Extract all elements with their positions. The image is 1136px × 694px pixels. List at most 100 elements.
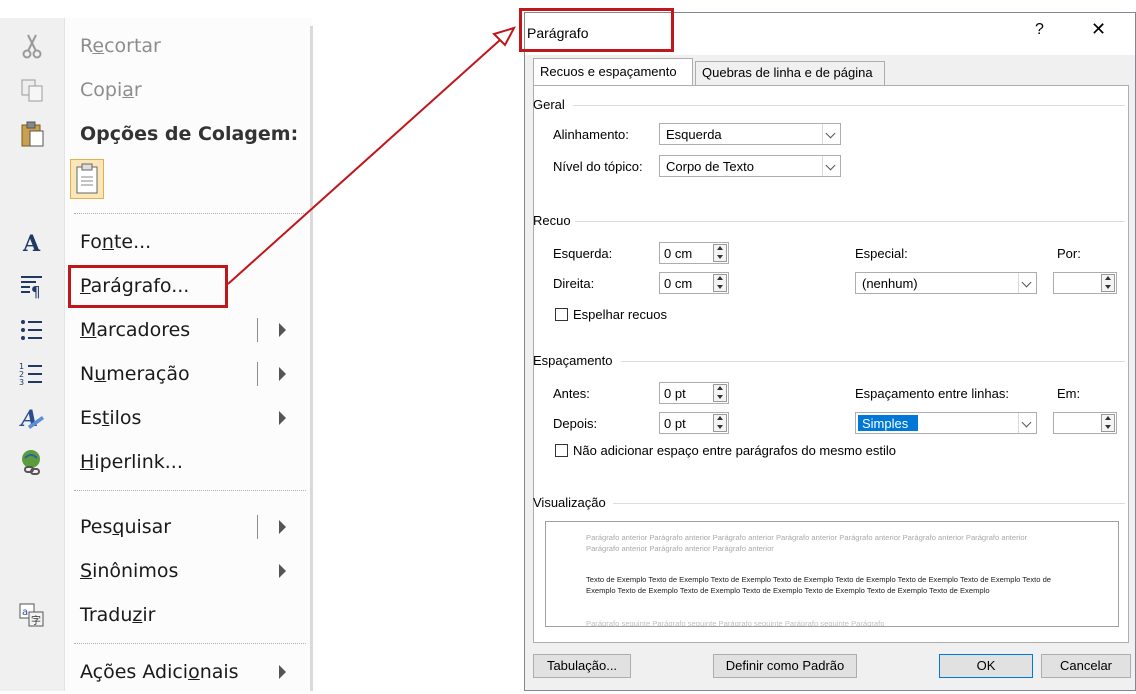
alignment-select[interactable]: Esquerda xyxy=(659,123,841,145)
menu-item-fonte[interactable]: A Fonte... xyxy=(0,220,310,264)
access-key: z xyxy=(132,604,143,626)
menu-item-hiperlink[interactable]: Hiperlink... xyxy=(0,440,310,484)
svg-text:a: a xyxy=(22,607,28,618)
submenu-arrow-icon[interactable] xyxy=(279,520,286,534)
spacing-before-value: 0 pt xyxy=(664,386,686,401)
submenu-arrow-icon xyxy=(279,411,286,425)
menu-label: Traduzir xyxy=(80,604,156,626)
at-label: Em: xyxy=(1057,386,1081,401)
spacing-after-value: 0 pt xyxy=(664,416,686,431)
access-key: t xyxy=(101,407,110,429)
special-label: Especial: xyxy=(855,246,908,261)
cancel-button[interactable]: Cancelar xyxy=(1041,654,1131,678)
menu-item-numeracao[interactable]: 123 Numeração xyxy=(0,352,310,396)
close-button[interactable]: ✕ xyxy=(1091,19,1106,40)
svg-text:A: A xyxy=(22,231,41,256)
spin-arrows-icon[interactable] xyxy=(1101,274,1115,292)
menu-label: Numeração xyxy=(80,363,190,385)
spin-arrows-icon[interactable] xyxy=(1101,414,1115,432)
line-spacing-select[interactable]: Simples xyxy=(855,412,1037,434)
by-label: Por: xyxy=(1057,246,1081,261)
access-key: q xyxy=(112,516,125,538)
ok-button[interactable]: OK xyxy=(939,654,1033,678)
set-default-button[interactable]: Definir como Padrão xyxy=(713,654,857,678)
submenu-arrow-icon[interactable] xyxy=(279,367,286,381)
spacing-before-label: Antes: xyxy=(553,386,590,401)
tab-quebras-de-linha[interactable]: Quebras de linha e de página xyxy=(695,61,885,85)
paste-icon xyxy=(21,121,44,147)
menu-shadow xyxy=(310,26,313,691)
menu-item-copiar: Copiar xyxy=(0,68,310,112)
by-spinner[interactable] xyxy=(1053,272,1117,294)
outline-level-select[interactable]: Corpo de Texto xyxy=(659,155,841,177)
menu-separator xyxy=(74,213,306,214)
indent-right-label: Direita: xyxy=(553,276,595,291)
mirror-indents-label: Espelhar recuos xyxy=(573,307,667,322)
menu-item-acoes-adicionais[interactable]: Ações Adicionais xyxy=(0,650,310,694)
spin-arrows-icon[interactable] xyxy=(713,244,727,262)
copy-icon xyxy=(21,79,43,102)
access-key: M xyxy=(80,319,97,341)
menu-item-estilos[interactable]: A Estilos xyxy=(0,396,310,440)
spin-arrows-icon[interactable] xyxy=(713,384,727,402)
svg-text:字: 字 xyxy=(31,614,41,627)
at-spinner[interactable] xyxy=(1053,412,1117,434)
indent-left-spinner[interactable]: 0 cm xyxy=(659,242,729,264)
special-value: (nenhum) xyxy=(862,276,918,291)
dont-add-space-checkbox[interactable] xyxy=(555,444,568,457)
spacing-after-spinner[interactable]: 0 pt xyxy=(659,412,729,434)
menu-item-pesquisar[interactable]: Pesquisar xyxy=(0,505,310,549)
group-recuo-label: Recuo xyxy=(533,213,571,228)
access-key: S xyxy=(80,560,93,582)
spacing-after-label: Depois: xyxy=(553,416,598,431)
menu-label: Ações Adicionais xyxy=(80,661,239,683)
group-divider xyxy=(575,221,1125,222)
chevron-down-icon xyxy=(1018,413,1036,433)
svg-text:3: 3 xyxy=(19,378,24,387)
spin-arrows-icon[interactable] xyxy=(713,414,727,432)
tabs-button[interactable]: Tabulação... xyxy=(533,654,631,678)
menu-item-sinonimos[interactable]: Sinônimos xyxy=(0,549,310,593)
line-spacing-value: Simples xyxy=(862,416,909,431)
access-key: n xyxy=(101,231,114,253)
scissors-icon xyxy=(22,34,42,59)
menu-item-traduzir[interactable]: a字 Traduzir xyxy=(0,593,310,637)
mirror-indents-checkbox[interactable] xyxy=(555,308,568,321)
indent-left-label: Esquerda: xyxy=(553,246,613,261)
menu-label: Marcadores xyxy=(80,319,191,341)
tab-recuos-espacamento[interactable]: Recuos e espaçamento xyxy=(533,58,693,86)
menu-item-recortar: Recortar xyxy=(0,24,310,68)
spin-arrows-icon[interactable] xyxy=(713,274,727,292)
help-button[interactable]: ? xyxy=(1035,21,1044,39)
menu-label: Pesquisar xyxy=(80,516,172,538)
translate-icon: a字 xyxy=(19,603,44,627)
submenu-arrow-icon xyxy=(279,564,286,578)
bullets-icon xyxy=(21,320,42,340)
preview-next-paragraph: Parágrafo seguinte Parágrafo seguinte Pa… xyxy=(586,619,885,627)
submenu-arrow-icon[interactable] xyxy=(279,323,286,337)
indent-left-value: 0 cm xyxy=(664,246,693,261)
group-espacamento-label: Espaçamento xyxy=(533,353,613,368)
font-icon: A xyxy=(22,231,41,256)
alignment-label: Alinhamento: xyxy=(553,127,629,142)
spacing-before-spinner[interactable]: 0 pt xyxy=(659,382,729,404)
context-menu: Recortar Copiar Opções de Colagem: A Fon… xyxy=(0,18,313,694)
menu-label: Recortar xyxy=(80,35,161,57)
submenu-arrow-icon xyxy=(279,665,286,679)
access-key: H xyxy=(80,451,95,473)
group-visualizacao-label: Visualização xyxy=(533,495,606,510)
access-key: e xyxy=(92,35,105,57)
menu-label: Opções de Colagem: xyxy=(80,123,299,145)
svg-text:A: A xyxy=(19,406,38,432)
special-select[interactable]: (nenhum) xyxy=(855,272,1037,294)
paste-keep-text-button[interactable] xyxy=(70,159,104,199)
menu-item-marcadores[interactable]: Marcadores xyxy=(0,308,310,352)
svg-text:¶: ¶ xyxy=(31,283,41,300)
preview-previous-paragraph: Parágrafo anterior Parágrafo anterior Pa… xyxy=(586,533,1028,553)
menu-label: Estilos xyxy=(80,407,142,429)
split-divider xyxy=(257,515,258,539)
access-key: a xyxy=(122,79,134,101)
indent-right-spinner[interactable]: 0 cm xyxy=(659,272,729,294)
preview-box: Parágrafo anterior Parágrafo anterior Pa… xyxy=(545,521,1119,627)
group-geral-label: Geral xyxy=(533,97,565,112)
